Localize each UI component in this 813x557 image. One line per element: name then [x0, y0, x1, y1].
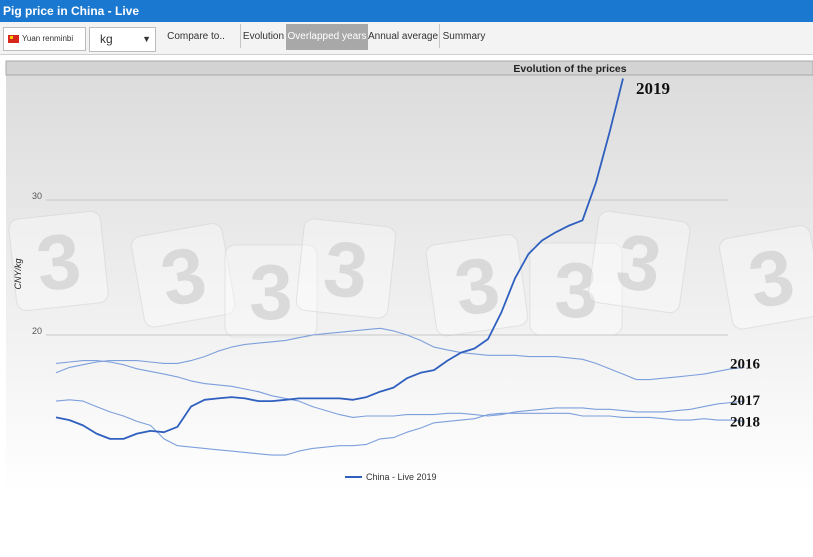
unit-value: kg: [100, 32, 113, 46]
y-tick-label: 30: [32, 191, 42, 201]
watermark-logo: 3: [425, 233, 529, 337]
watermark-logo: 3: [8, 210, 109, 312]
currency-label: Yuan renminbi: [22, 34, 74, 43]
watermark-logo: 3: [295, 218, 397, 319]
chart-title-bar: [5, 60, 813, 76]
watermark-logo: 3: [719, 225, 813, 330]
svg-text:3: 3: [320, 224, 372, 316]
toolbar: Yuan renminbi kg ▼ Compare to.. Evolutio…: [0, 22, 813, 55]
tab-annual-average[interactable]: Annual average: [368, 24, 438, 50]
app-title-bar: Pig price in China - Live: [0, 0, 813, 22]
tab-evolution[interactable]: Evolution: [241, 24, 286, 50]
watermark-logo: 3: [587, 210, 691, 314]
svg-text:3: 3: [249, 248, 292, 336]
currency-selector[interactable]: Yuan renminbi: [3, 27, 86, 51]
unit-select[interactable]: kg ▼: [89, 27, 156, 52]
series-label-2016: 2016: [730, 356, 761, 372]
price-chart: Evolution of the prices 33333333 2030 CN…: [5, 60, 813, 494]
tab-summary[interactable]: Summary: [440, 24, 488, 50]
china-flag-icon: [8, 35, 19, 43]
legend-label: China - Live 2019: [366, 472, 437, 482]
y-axis-label: CNY/kg: [13, 258, 23, 289]
y-tick-label: 20: [32, 326, 42, 336]
caret-down-icon: ▼: [142, 34, 151, 44]
tab-overlapped-years[interactable]: Overlapped years: [286, 24, 368, 50]
compare-button[interactable]: Compare to..: [163, 24, 229, 50]
svg-text:3: 3: [32, 216, 84, 308]
series-label-2018: 2018: [730, 414, 760, 430]
chart-title: Evolution of the prices: [513, 63, 626, 75]
series-label-2017: 2017: [730, 393, 761, 409]
app-title: Pig price in China - Live: [3, 4, 140, 18]
watermark-logo: 3: [131, 223, 236, 328]
series-label-2019: 2019: [636, 79, 670, 98]
